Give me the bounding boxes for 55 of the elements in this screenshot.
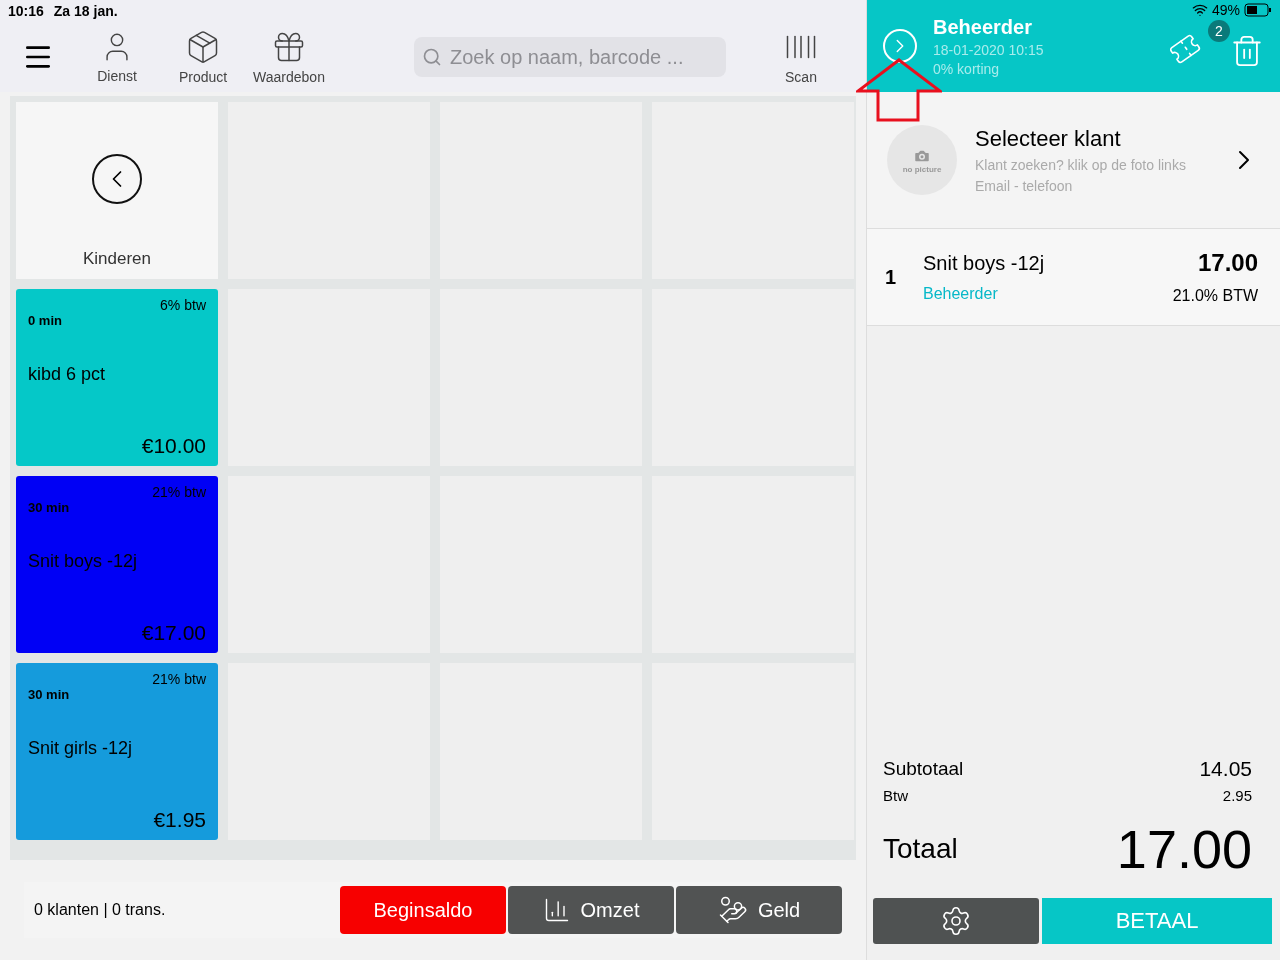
voucher-count: 2 bbox=[1208, 20, 1230, 42]
product-name: Snit boys -12j bbox=[28, 551, 139, 572]
product-name: Snit girls -12j bbox=[28, 738, 134, 759]
line-quantity: 1 bbox=[885, 265, 898, 289]
search-field[interactable]: Zoek op naam, barcode ... bbox=[414, 37, 726, 77]
summary-text: 0 klanten | 0 trans. bbox=[34, 901, 166, 919]
total-label: Totaal bbox=[883, 833, 958, 865]
subtotal-label: Subtotaal bbox=[883, 758, 964, 780]
price-label: €10.00 bbox=[141, 434, 206, 458]
toolbar-button[interactable]: Dienst bbox=[74, 30, 160, 84]
duration-label: 30 min bbox=[28, 500, 71, 515]
toolbar-button[interactable]: Product bbox=[160, 29, 246, 85]
order-datetime: 18-01-2020 10:15 bbox=[933, 41, 1044, 58]
vat-total-label: Btw bbox=[883, 787, 908, 804]
settings-button[interactable] bbox=[873, 898, 1039, 944]
price-label: €17.00 bbox=[141, 621, 206, 645]
product-tile[interactable]: 6% btw 0 min kibd 6 pct €10.00 bbox=[16, 289, 218, 466]
back-icon bbox=[92, 154, 142, 204]
vat-total-value: 2.95 bbox=[1222, 787, 1252, 804]
search-icon bbox=[422, 47, 442, 67]
line-staff: Beheerder bbox=[923, 284, 999, 303]
scan-button[interactable]: Scan bbox=[766, 29, 836, 85]
status-time: 10:16 bbox=[8, 3, 44, 19]
product-name: kibd 6 pct bbox=[28, 364, 107, 385]
product-tile[interactable]: 21% btw 30 min Snit girls -12j €1.95 bbox=[16, 663, 218, 840]
footer-button[interactable]: Beginsaldo bbox=[340, 886, 506, 934]
customer-contact: Email - telefoon bbox=[975, 178, 1074, 194]
hand-coins-icon bbox=[717, 895, 748, 925]
vat-label: 21% btw bbox=[152, 484, 206, 500]
footer-button[interactable]: Geld bbox=[676, 886, 842, 934]
total-value: 17.00 bbox=[1116, 818, 1252, 880]
duration-label: 30 min bbox=[28, 687, 71, 702]
line-name: Snit boys -12j bbox=[923, 251, 1045, 275]
discount-label: 0% korting bbox=[933, 60, 1001, 77]
price-label: €1.95 bbox=[153, 808, 206, 832]
line-price: 17.00 bbox=[1197, 249, 1258, 277]
toolbar-button[interactable]: Waardebon bbox=[246, 29, 332, 85]
back-tile[interactable]: Kinderen bbox=[16, 102, 218, 279]
footer-button[interactable]: Omzet bbox=[508, 886, 674, 934]
expand-button[interactable] bbox=[883, 29, 917, 63]
battery-percent: 49% bbox=[1211, 2, 1240, 18]
gear-icon bbox=[940, 905, 972, 937]
battery-icon bbox=[1244, 3, 1272, 17]
tile-label: Kinderen bbox=[82, 249, 152, 269]
vat-label: 6% btw bbox=[160, 297, 206, 313]
user-name: Beheerder bbox=[933, 15, 1033, 39]
trash-icon[interactable] bbox=[1230, 34, 1264, 68]
duration-label: 0 min bbox=[28, 313, 63, 328]
line-vat: 21.0% BTW bbox=[1172, 287, 1258, 305]
status-date: Za 18 jan. bbox=[53, 3, 118, 19]
wifi-icon bbox=[1191, 2, 1208, 18]
customer-hint: Klant zoeken? klik op de foto links bbox=[975, 157, 1187, 173]
customer-title: Selecteer klant bbox=[975, 126, 1122, 152]
subtotal-value: 14.05 bbox=[1199, 757, 1252, 781]
vat-label: 21% btw bbox=[152, 671, 206, 687]
